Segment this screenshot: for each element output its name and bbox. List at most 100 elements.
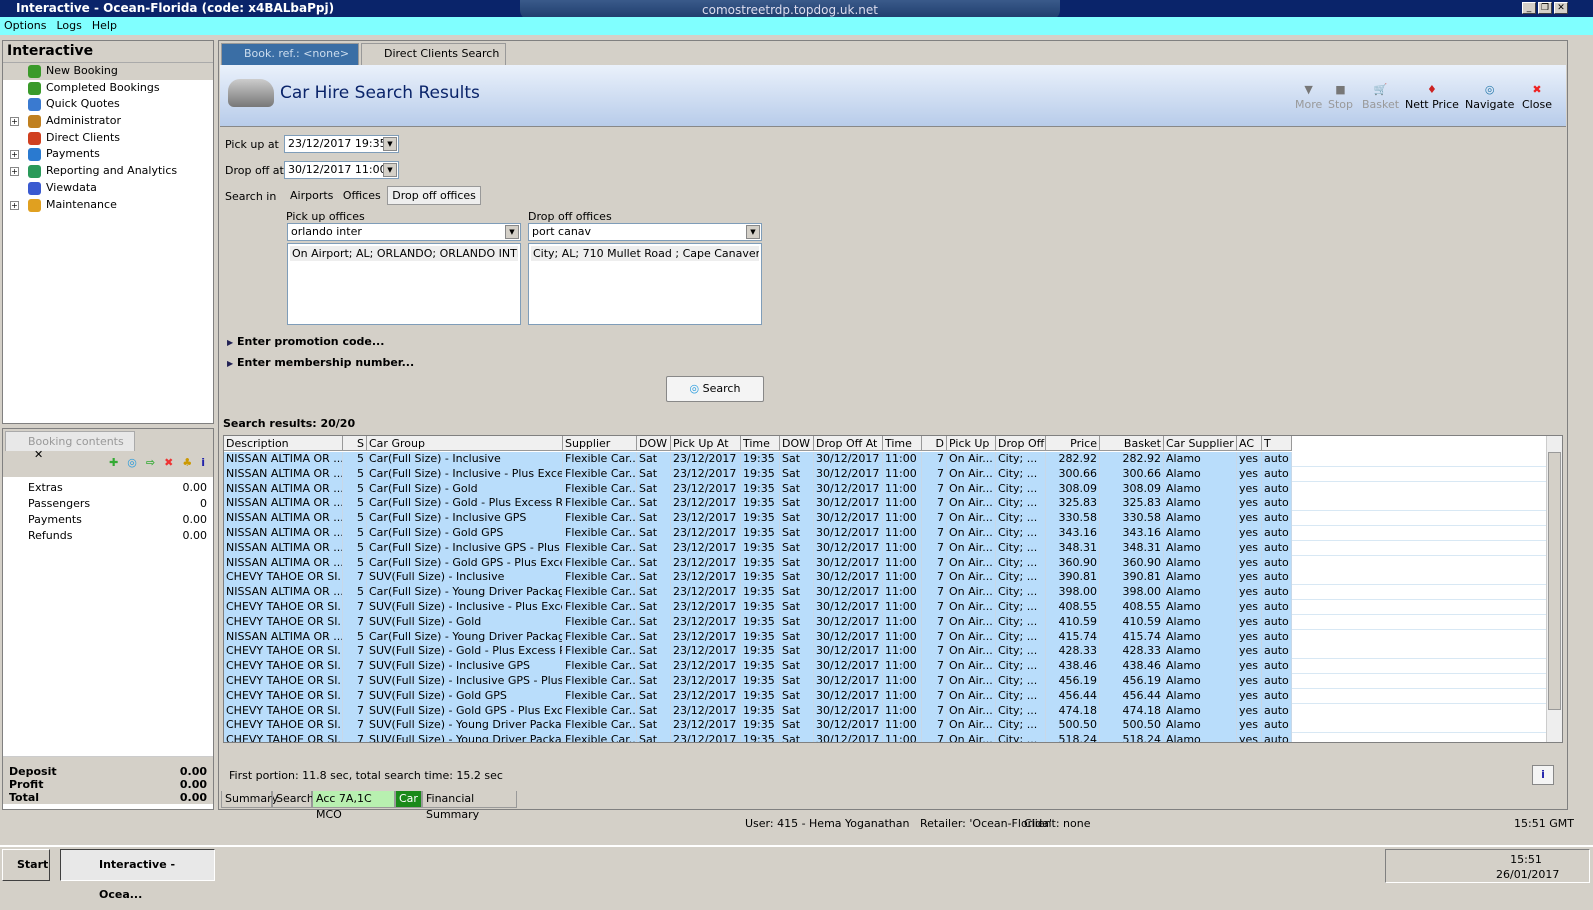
booking-contents-tab[interactable]: Booking contents ✕	[5, 431, 135, 461]
search-in-offices[interactable]: Offices	[340, 187, 384, 204]
sidebar-item-payments[interactable]: + Payments	[3, 146, 213, 163]
column-header[interactable]: DOW	[780, 436, 814, 451]
tab-direct-clients-search[interactable]: Direct Clients Search	[361, 43, 506, 65]
tab-booking-ref[interactable]: Book. ref.: <none> ✕	[221, 43, 359, 80]
column-header[interactable]: DOW	[637, 436, 671, 451]
table-row[interactable]: NISSAN ALTIMA OR ... 5 Car(Full Size) - Go…	[224, 496, 1546, 512]
bottom-tab-search[interactable]: Search	[272, 791, 314, 808]
list-item[interactable]: City; AL; 710 Mullet Road ; Cape Canaver…	[531, 246, 759, 261]
column-header[interactable]: Price	[1046, 436, 1100, 451]
column-header[interactable]: Supplier	[563, 436, 637, 451]
scrollbar-thumb[interactable]	[1548, 452, 1561, 710]
expand-icon[interactable]: +	[10, 117, 19, 127]
search-button[interactable]: ◎ Search	[666, 376, 764, 402]
close-button[interactable]: ✖ Close	[1522, 83, 1552, 111]
expand-icon[interactable]: +	[10, 200, 19, 210]
taskbar-app-interactive[interactable]: Interactive - Ocea...	[60, 849, 215, 901]
bottom-tab-summary[interactable]: Summary	[221, 791, 278, 808]
sidebar-item-viewdata[interactable]: Viewdata	[3, 180, 213, 197]
menu-logs[interactable]: Logs	[56, 19, 81, 32]
sidebar-item-quick-quotes[interactable]: Quick Quotes	[3, 96, 213, 113]
sidebar-item-reporting-and-analytics[interactable]: + Reporting and Analytics	[3, 163, 213, 180]
membership-expander[interactable]: ▶ Enter membership number...	[227, 356, 414, 369]
table-row[interactable]: CHEVY TAHOE OR SI... 7 SUV(Full Size) - Go…	[224, 688, 1546, 704]
dropoff-offices-list[interactable]: City; AL; 710 Mullet Road ; Cape Canaver…	[528, 243, 762, 325]
pickup-offices-list[interactable]: On Airport; AL; ORLANDO; ORLANDO INTER..…	[287, 243, 521, 325]
table-row[interactable]: CHEVY TAHOE OR SI... 7 SUV(Full Size) - Go…	[224, 703, 1546, 719]
stop-button[interactable]: ■ Stop	[1328, 83, 1353, 111]
chevron-down-icon[interactable]: ▼	[383, 163, 397, 177]
column-header[interactable]: Time	[883, 436, 922, 451]
table-row[interactable]: NISSAN ALTIMA OR ... 5 Car(Full Size) - Go…	[224, 526, 1546, 541]
column-header[interactable]: Time	[741, 436, 780, 451]
info-icon[interactable]: i	[201, 456, 205, 472]
restore-button[interactable]: ❐	[1538, 2, 1552, 14]
palm-icon[interactable]: ♣	[182, 456, 192, 472]
column-header[interactable]: Pick Up	[947, 436, 996, 451]
table-row[interactable]: NISSAN ALTIMA OR ... 5 Car(Full Size) - In…	[224, 452, 1546, 467]
bottom-tab-car[interactable]: Car	[395, 791, 422, 808]
sidebar-item-administrator[interactable]: + Administrator	[3, 113, 213, 130]
table-row[interactable]: NISSAN ALTIMA OR ... 5 Car(Full Size) - In…	[224, 540, 1546, 556]
bottom-tab-financial-summary[interactable]: Financial Summary	[422, 791, 517, 821]
column-header[interactable]: Drop Off	[996, 436, 1046, 451]
sidebar-item-direct-clients[interactable]: Direct Clients	[3, 130, 213, 147]
list-item[interactable]: On Airport; AL; ORLANDO; ORLANDO INTER..…	[290, 246, 518, 261]
nett-price-button[interactable]: ♦ Nett Price	[1405, 83, 1459, 111]
column-header[interactable]: Car Group	[367, 436, 563, 451]
delete-icon[interactable]: ✖	[164, 456, 173, 472]
column-header[interactable]: Description	[224, 436, 343, 451]
promo-code-expander[interactable]: ▶ Enter promotion code...	[227, 335, 384, 348]
close-window-button[interactable]: ✕	[1554, 2, 1568, 14]
menu-options[interactable]: Options	[4, 19, 46, 32]
column-header[interactable]: Car Supplier	[1164, 436, 1237, 451]
column-header[interactable]: Basket	[1100, 436, 1164, 451]
sidebar-item-maintenance[interactable]: + Maintenance	[3, 197, 213, 214]
table-row[interactable]: CHEVY TAHOE OR SI... 7 SUV(Full Size) - Yo…	[224, 718, 1546, 734]
table-row[interactable]: NISSAN ALTIMA OR ... 5 Car(Full Size) - In…	[224, 466, 1546, 482]
navigate-button[interactable]: ◎ Navigate	[1465, 83, 1514, 111]
table-row[interactable]: CHEVY TAHOE OR SI... 7 SUV(Full Size) - In…	[224, 674, 1546, 689]
table-row[interactable]: CHEVY TAHOE OR SI... 7 SUV(Full Size) - In…	[224, 570, 1546, 586]
column-header[interactable]: Pick Up At	[671, 436, 741, 451]
table-row[interactable]: CHEVY TAHOE OR SI... 7 SUV(Full Size) - Go…	[224, 644, 1546, 660]
table-row[interactable]: NISSAN ALTIMA OR ... 5 Car(Full Size) - Go…	[224, 555, 1546, 571]
start-button[interactable]: Start	[2, 849, 50, 881]
table-row[interactable]: NISSAN ALTIMA OR ... 5 Car(Full Size) - Go…	[224, 481, 1546, 497]
expand-icon[interactable]: +	[10, 167, 19, 177]
pickup-datetime[interactable]: 23/12/2017 19:35 ▼	[284, 135, 399, 153]
table-row[interactable]: NISSAN ALTIMA OR ... 5 Car(Full Size) - Yo…	[224, 629, 1546, 645]
chevron-down-icon[interactable]: ▼	[383, 137, 397, 151]
chevron-down-icon[interactable]: ▼	[505, 225, 519, 239]
basket-button[interactable]: 🛒 Basket	[1362, 83, 1399, 111]
search-in-airports[interactable]: Airports	[287, 187, 336, 204]
minimize-button[interactable]: _	[1522, 2, 1536, 14]
bottom-tab-acc-7a-1c-mco[interactable]: Acc 7A,1C MCO	[312, 791, 395, 821]
table-row[interactable]: CHEVY TAHOE OR SI... 7 SUV(Full Size) - In…	[224, 659, 1546, 675]
dropoff-datetime[interactable]: 30/12/2017 11:00 ▼	[284, 161, 399, 179]
quote-icon[interactable]: ◎	[127, 456, 137, 472]
column-header[interactable]: AC	[1237, 436, 1262, 451]
table-row[interactable]: CHEVY TAHOE OR SI... 7 SUV(Full Size) - Yo…	[224, 733, 1546, 742]
expand-icon[interactable]: +	[10, 150, 19, 160]
close-icon[interactable]: ✕	[34, 448, 43, 461]
sidebar-item-completed-bookings[interactable]: Completed Bookings	[3, 80, 213, 97]
more-button[interactable]: ▼ More	[1295, 83, 1322, 111]
column-header[interactable]: S	[343, 436, 367, 451]
table-row[interactable]: NISSAN ALTIMA OR ... 5 Car(Full Size) - In…	[224, 511, 1546, 527]
chevron-down-icon[interactable]: ▼	[746, 225, 760, 239]
table-row[interactable]: CHEVY TAHOE OR SI... 7 SUV(Full Size) - Go…	[224, 614, 1546, 630]
column-header[interactable]: T	[1262, 436, 1292, 451]
pickup-offices-input[interactable]: orlando inter ▼	[287, 223, 521, 241]
add-icon[interactable]: ✚	[109, 456, 118, 472]
dropoff-offices-input[interactable]: port canav ▼	[528, 223, 762, 241]
column-header[interactable]: D	[922, 436, 947, 451]
table-row[interactable]: CHEVY TAHOE OR SI... 7 SUV(Full Size) - In…	[224, 600, 1546, 615]
menu-help[interactable]: Help	[92, 19, 117, 32]
basket-transfer-icon[interactable]: ⇨	[146, 456, 155, 472]
sidebar-item-new-booking[interactable]: New Booking	[3, 63, 213, 80]
column-header[interactable]: Drop Off At	[814, 436, 883, 451]
vertical-scrollbar[interactable]	[1546, 436, 1562, 742]
info-button[interactable]: i	[1532, 765, 1554, 785]
search-in-dropoff-offices[interactable]: Drop off offices	[387, 186, 481, 205]
